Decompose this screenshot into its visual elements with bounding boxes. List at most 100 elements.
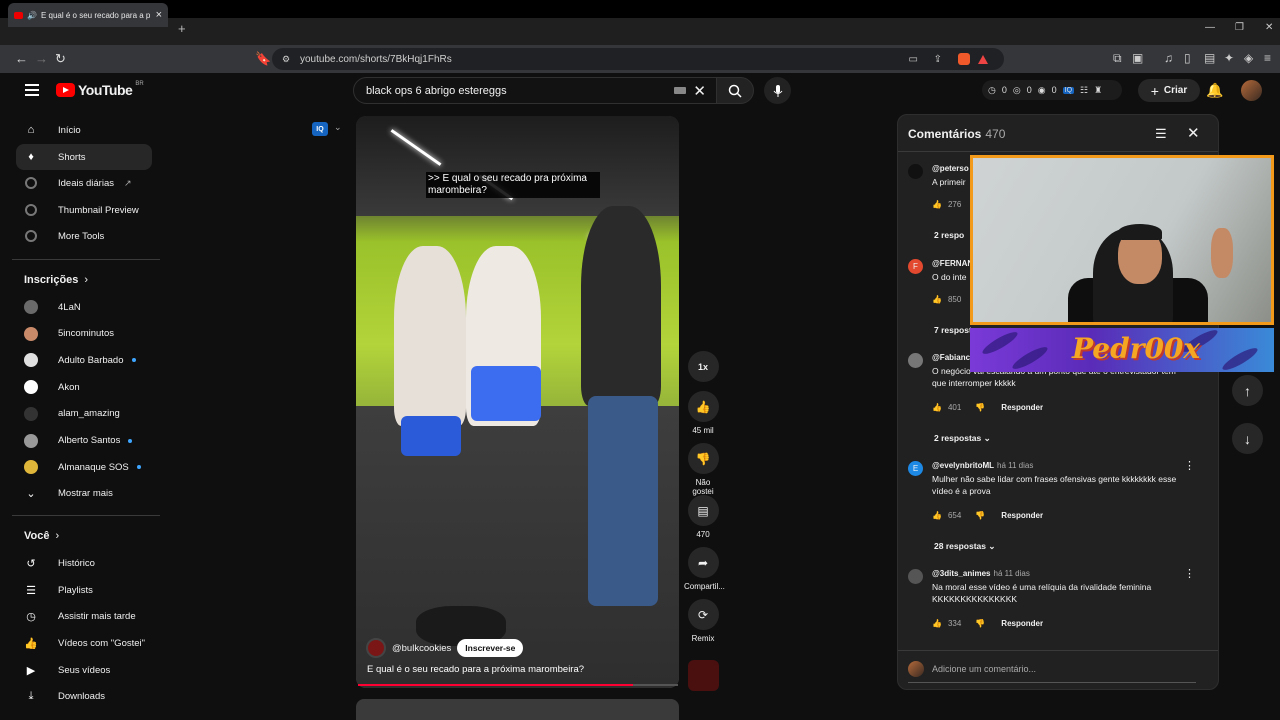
hamburger-menu-icon[interactable] bbox=[25, 84, 39, 99]
bookmark-icon[interactable]: 🔖 bbox=[255, 51, 271, 67]
sidebar-subscription-item[interactable]: Alberto Santos bbox=[16, 428, 152, 454]
close-window-icon[interactable]: ✕ bbox=[1265, 22, 1273, 33]
iq-extension-button[interactable]: IQ bbox=[312, 122, 328, 136]
channel-avatar[interactable] bbox=[366, 638, 386, 658]
keyboard-icon[interactable] bbox=[674, 87, 686, 94]
leo-icon[interactable]: ✦ bbox=[1224, 51, 1234, 65]
previous-short-button[interactable]: ↑ bbox=[1232, 375, 1263, 406]
youtube-logo[interactable]: YouTube BR bbox=[56, 81, 144, 98]
sidebar-subscription-item[interactable]: alam_amazing bbox=[16, 401, 152, 427]
subscribe-button[interactable]: Inscrever-se bbox=[457, 639, 524, 657]
sidebar-icon[interactable]: ▯ bbox=[1184, 51, 1191, 65]
channel-name[interactable]: @bulkcookies bbox=[392, 643, 451, 654]
thumbs-up-icon[interactable]: 👍 bbox=[932, 511, 942, 520]
screenshot-icon[interactable]: ▣ bbox=[1132, 51, 1143, 65]
thumbs-down-icon[interactable]: 👎 bbox=[975, 403, 985, 412]
account-avatar[interactable] bbox=[1241, 80, 1262, 101]
sidebar-item-downloads[interactable]: ⤓ Downloads bbox=[16, 683, 152, 709]
vpn-icon[interactable]: ◈ bbox=[1244, 51, 1253, 65]
audio-source-button[interactable] bbox=[684, 660, 722, 695]
comments-button[interactable]: ▤ 470 bbox=[684, 495, 722, 539]
voice-search-button[interactable] bbox=[764, 77, 791, 104]
sidebar-item-videos-gostei[interactable]: 👍 Vídeos com "Gostei" bbox=[16, 630, 152, 656]
thumbs-up-icon[interactable]: 👍 bbox=[932, 200, 942, 209]
music-icon[interactable]: ♫ bbox=[1164, 51, 1173, 65]
like-button[interactable]: 👍 45 mil bbox=[684, 391, 722, 435]
sidebar-item-ideais-diarias[interactable]: Ideais diárias ↗ bbox=[16, 170, 152, 196]
sidebar-item-playlists[interactable]: ☰ Playlists bbox=[16, 577, 152, 603]
sidebar-item-inicio[interactable]: ⌂ Início bbox=[16, 117, 152, 143]
maximize-icon[interactable]: ❐ bbox=[1235, 22, 1244, 33]
thumbs-up-icon[interactable]: 👍 bbox=[932, 403, 942, 412]
trophy-icon[interactable]: ♜ bbox=[1094, 85, 1102, 96]
chevron-down-icon[interactable]: ⌄ bbox=[334, 122, 342, 133]
more-options-icon[interactable]: ⋮ bbox=[1184, 567, 1195, 580]
clear-search-icon[interactable]: ✕ bbox=[693, 82, 706, 100]
comment-avatar[interactable]: E bbox=[908, 461, 923, 476]
sidebar-item-historico[interactable]: ↺ Histórico bbox=[16, 550, 152, 576]
notifications-bell-icon[interactable]: 🔔 bbox=[1206, 82, 1223, 99]
remix-button[interactable]: ⟳ Remix bbox=[684, 599, 722, 643]
subscriptions-header[interactable]: Inscrições › bbox=[24, 274, 88, 286]
sidebar-subscription-item[interactable]: 4LaN bbox=[16, 294, 152, 320]
comment-avatar[interactable] bbox=[908, 569, 923, 584]
comment-author[interactable]: @Fabianc bbox=[932, 353, 970, 362]
comment-author[interactable]: @FERNAN bbox=[932, 259, 973, 268]
sidebar-subscription-item[interactable]: Akon bbox=[16, 374, 152, 400]
reply-button[interactable]: Responder bbox=[1001, 619, 1043, 628]
sidebar-item-assistir-mais-tarde[interactable]: ◷ Assistir mais tarde bbox=[16, 603, 152, 629]
extensions-icon[interactable]: ⧉ bbox=[1113, 51, 1122, 66]
sidebar-item-more-tools[interactable]: More Tools bbox=[16, 223, 152, 249]
replies-toggle[interactable]: 2 respostas ⌄ bbox=[934, 433, 991, 444]
thumbs-down-icon[interactable]: 👎 bbox=[975, 619, 985, 628]
next-short-preview[interactable] bbox=[356, 699, 679, 720]
comment-author[interactable]: @peterso bbox=[932, 164, 969, 173]
dislike-button[interactable]: 👎 Não gostei bbox=[684, 443, 722, 496]
extension-counters[interactable]: ◷ 0 ◎ 0 ◉ 0 IQ ☷ ♜ bbox=[982, 80, 1122, 100]
thumbs-down-icon[interactable]: 👎 bbox=[975, 511, 985, 520]
sidebar-subscription-item[interactable]: Adulto Barbado bbox=[16, 347, 152, 373]
thumbs-up-icon[interactable]: 👍 bbox=[932, 619, 942, 628]
you-header[interactable]: Você › bbox=[24, 530, 59, 542]
reply-button[interactable]: Responder bbox=[1001, 403, 1043, 412]
reload-icon[interactable]: ↻ bbox=[55, 51, 66, 67]
new-tab-button[interactable]: + bbox=[178, 21, 186, 36]
site-info-icon[interactable]: ⚙ bbox=[282, 54, 290, 65]
browser-tab[interactable]: 🔊 E qual é o seu recado para a p × bbox=[8, 3, 168, 27]
comment-author[interactable]: @3dits_animes há 11 dias bbox=[932, 569, 1030, 578]
sort-comments-icon[interactable]: ☰ bbox=[1155, 126, 1167, 142]
sidebar-subscription-item[interactable]: 5incominutos bbox=[16, 321, 152, 347]
sidebar-item-seus-videos[interactable]: ▶ Seus vídeos bbox=[16, 657, 152, 683]
replies-toggle[interactable]: 2 respo bbox=[934, 230, 964, 240]
short-video-player[interactable] bbox=[356, 116, 679, 688]
share-icon[interactable]: ⇪ bbox=[934, 54, 942, 65]
comment-avatar[interactable]: F bbox=[908, 259, 923, 274]
show-more-button[interactable]: ⌄ Mostrar mais bbox=[16, 480, 152, 506]
forward-icon[interactable]: → bbox=[35, 51, 48, 66]
iq-icon[interactable]: IQ bbox=[1062, 86, 1075, 94]
brave-rewards-icon[interactable] bbox=[978, 54, 988, 64]
notes-icon[interactable]: ☷ bbox=[1080, 85, 1088, 96]
cast-icon[interactable]: ▭ bbox=[909, 54, 918, 65]
more-options-icon[interactable]: ⋮ bbox=[1184, 459, 1195, 472]
replies-toggle[interactable]: 28 respostas ⌄ bbox=[934, 541, 995, 552]
share-button[interactable]: ➦ Compartil... bbox=[684, 547, 725, 591]
wallet-icon[interactable]: ▤ bbox=[1204, 51, 1215, 65]
comment-author[interactable]: @evelynbritoML há 11 dias bbox=[932, 461, 1033, 470]
sidebar-subscription-item[interactable]: Almanaque SOS bbox=[16, 454, 152, 480]
back-icon[interactable]: ← bbox=[15, 51, 28, 66]
brave-shield-icon[interactable] bbox=[958, 53, 970, 65]
menu-icon[interactable]: ≡ bbox=[1264, 51, 1271, 65]
video-progress-bar[interactable] bbox=[358, 684, 678, 686]
playback-speed-button[interactable]: 1x bbox=[684, 351, 722, 386]
search-button[interactable] bbox=[716, 77, 754, 104]
reply-button[interactable]: Responder bbox=[1001, 511, 1043, 520]
create-button[interactable]: + Criar bbox=[1138, 79, 1200, 102]
comment-avatar[interactable] bbox=[908, 353, 923, 368]
minimize-icon[interactable]: — bbox=[1205, 22, 1215, 33]
search-input[interactable]: black ops 6 abrigo estereggs ✕ bbox=[353, 77, 717, 104]
comment-avatar[interactable] bbox=[908, 164, 923, 179]
sidebar-item-shorts[interactable]: ♦ Shorts bbox=[16, 144, 152, 170]
add-comment-field[interactable]: Adicione um comentário... bbox=[908, 661, 1196, 683]
close-comments-icon[interactable]: ✕ bbox=[1187, 124, 1200, 142]
